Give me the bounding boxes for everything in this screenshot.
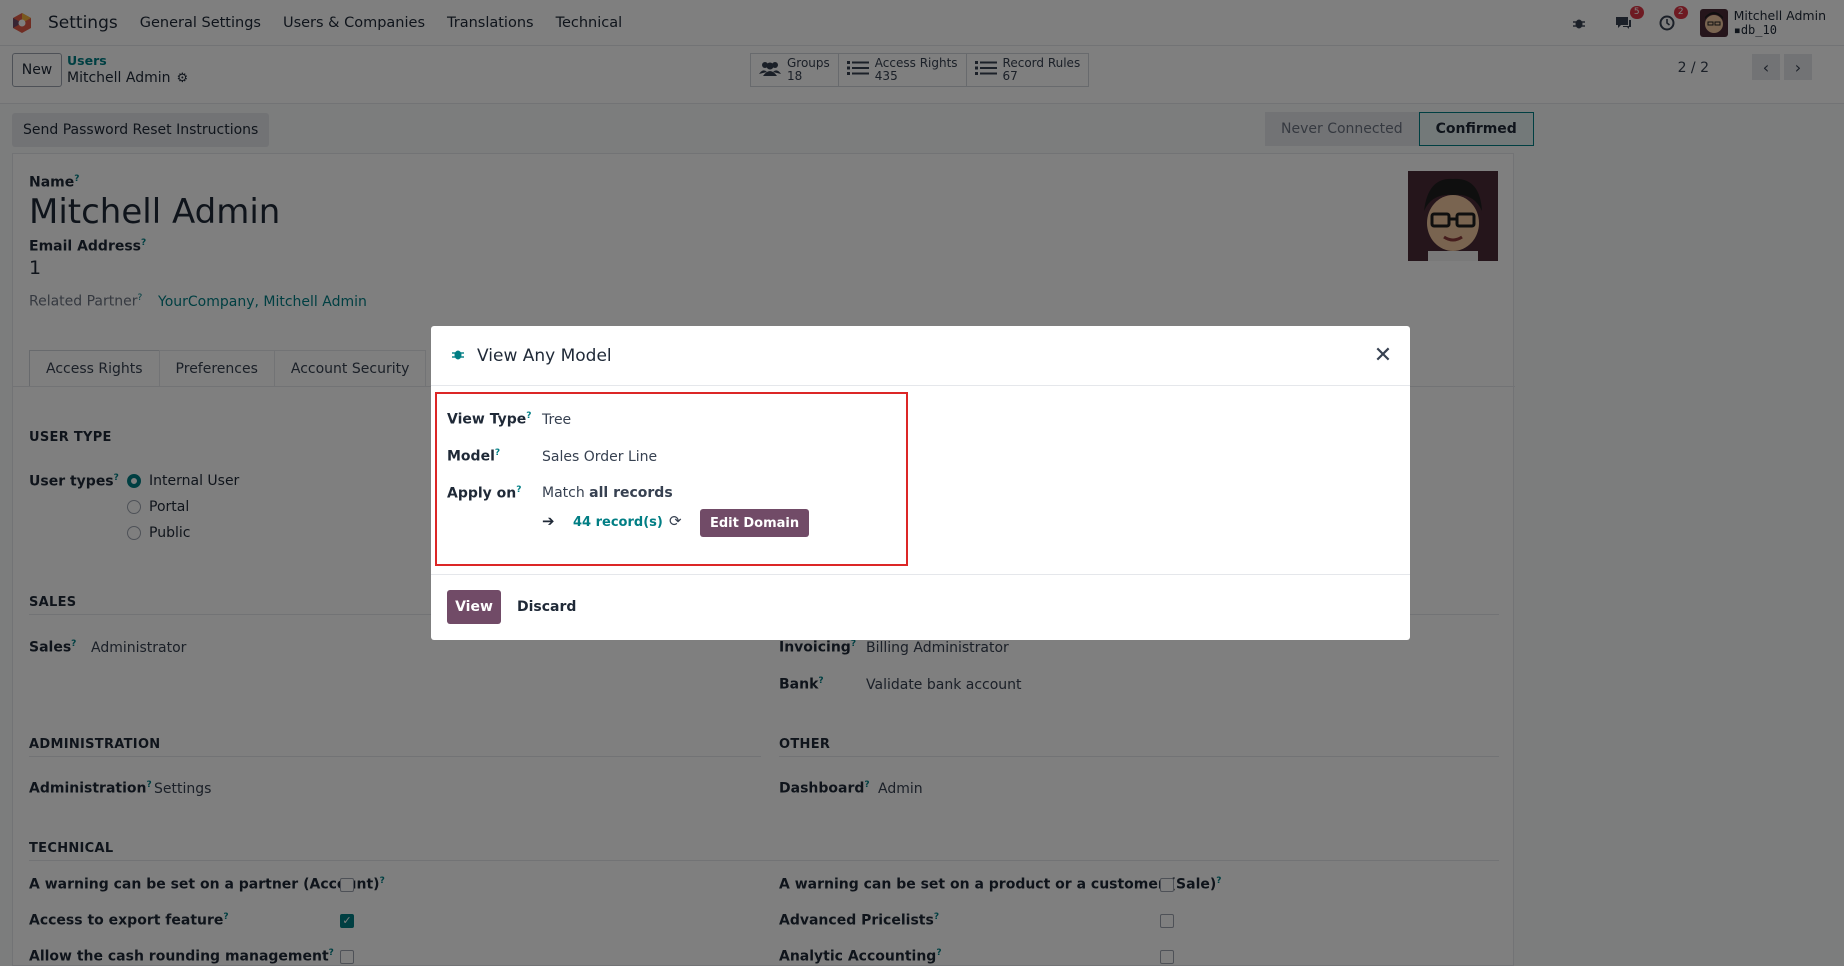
dialog-title: View Any Model [477,345,612,366]
model-label: Model? [447,448,501,465]
model-select[interactable]: Sales Order Line [542,449,657,465]
edit-domain-button[interactable]: Edit Domain [700,509,810,537]
records-count-link[interactable]: 44 record(s) [573,515,663,530]
discard-button[interactable]: Discard [511,590,582,624]
dialog-footer-divider [431,574,1410,575]
view-any-model-dialog: View Any Model ✕ View Type? Tree Model? … [431,326,1410,640]
help-icon[interactable]: ? [495,448,500,458]
apply-on-value: Match all records [542,485,673,501]
close-icon[interactable]: ✕ [1370,342,1396,368]
view-button[interactable]: View [447,590,501,624]
arrow-right-icon: ➔ [542,512,555,530]
dialog-header: View Any Model ✕ [431,326,1410,386]
refresh-icon[interactable]: ⟳ [669,512,682,530]
view-type-label: View Type? [447,411,532,428]
bug-icon [451,347,465,365]
apply-on-label: Apply on? [447,485,522,502]
view-type-select[interactable]: Tree [542,412,571,428]
help-icon[interactable]: ? [516,485,521,495]
apply-all-records: all records [589,485,673,501]
help-icon[interactable]: ? [526,411,531,421]
